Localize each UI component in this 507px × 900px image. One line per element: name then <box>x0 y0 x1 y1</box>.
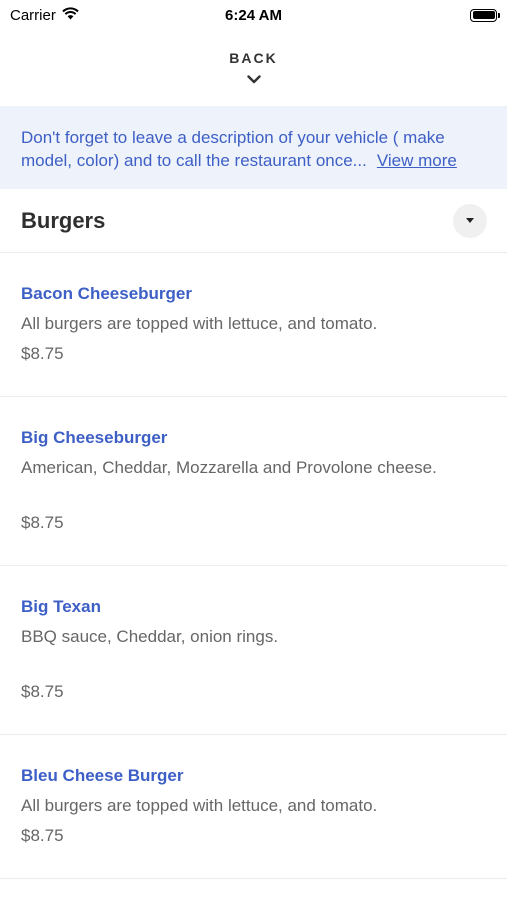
menu-item-description: American, Cheddar, Mozzarella and Provol… <box>21 458 437 477</box>
category-header[interactable]: Burgers <box>0 189 507 253</box>
status-carrier-group: Carrier <box>10 7 130 24</box>
notice-text-line-2: model, color) and to call the restaurant… <box>21 149 487 172</box>
wifi-icon <box>62 6 79 24</box>
category-toggle-button[interactable] <box>453 203 487 238</box>
back-button[interactable]: BACK <box>0 30 507 106</box>
notice-text-line-1: Don't forget to leave a description of y… <box>21 128 445 147</box>
menu-item-name: Bleu Cheese Burger <box>21 766 184 785</box>
notice-text-line-2-content: model, color) and to call the restaurant… <box>21 151 367 170</box>
chevron-down-icon <box>246 69 261 88</box>
menu-item[interactable]: Bleu Cheese Burger All burgers are toppe… <box>0 735 507 879</box>
menu-item-description: All burgers are topped with lettuce, and… <box>21 796 378 815</box>
caret-down-icon <box>466 218 474 223</box>
view-more-link[interactable]: View more <box>377 151 457 170</box>
status-time: 6:24 AM <box>225 6 282 24</box>
menu-item-price: $8.75 <box>21 826 64 845</box>
status-bar: Carrier 6:24 AM <box>0 0 507 30</box>
menu-item[interactable]: Big Cheeseburger American, Cheddar, Mozz… <box>0 397 507 566</box>
category-title: Burgers <box>21 207 106 233</box>
menu-item-price: $8.75 <box>21 513 64 532</box>
menu-item-price: $8.75 <box>21 682 64 701</box>
back-label: BACK <box>229 50 278 66</box>
menu-item-name: Big Texan <box>21 597 101 616</box>
menu-item-name: Bacon Cheeseburger <box>21 284 192 303</box>
app-screen: Carrier 6:24 AM BACK Don't forget to lea… <box>0 0 507 900</box>
carrier-label: Carrier <box>10 6 56 24</box>
notice-banner: Don't forget to leave a description of y… <box>0 106 507 189</box>
menu-item[interactable]: Bacon Cheeseburger All burgers are toppe… <box>0 253 507 397</box>
status-battery-group <box>377 8 500 22</box>
menu-item-name: Big Cheeseburger <box>21 428 168 447</box>
menu-item[interactable]: Big Texan BBQ sauce, Cheddar, onion ring… <box>0 566 507 735</box>
battery-level-fill <box>472 11 495 19</box>
battery-icon <box>470 8 500 22</box>
menu-item-price: $8.75 <box>21 344 64 363</box>
menu-item-description: All burgers are topped with lettuce, and… <box>21 314 378 333</box>
menu-item-description: BBQ sauce, Cheddar, onion rings. <box>21 627 279 646</box>
